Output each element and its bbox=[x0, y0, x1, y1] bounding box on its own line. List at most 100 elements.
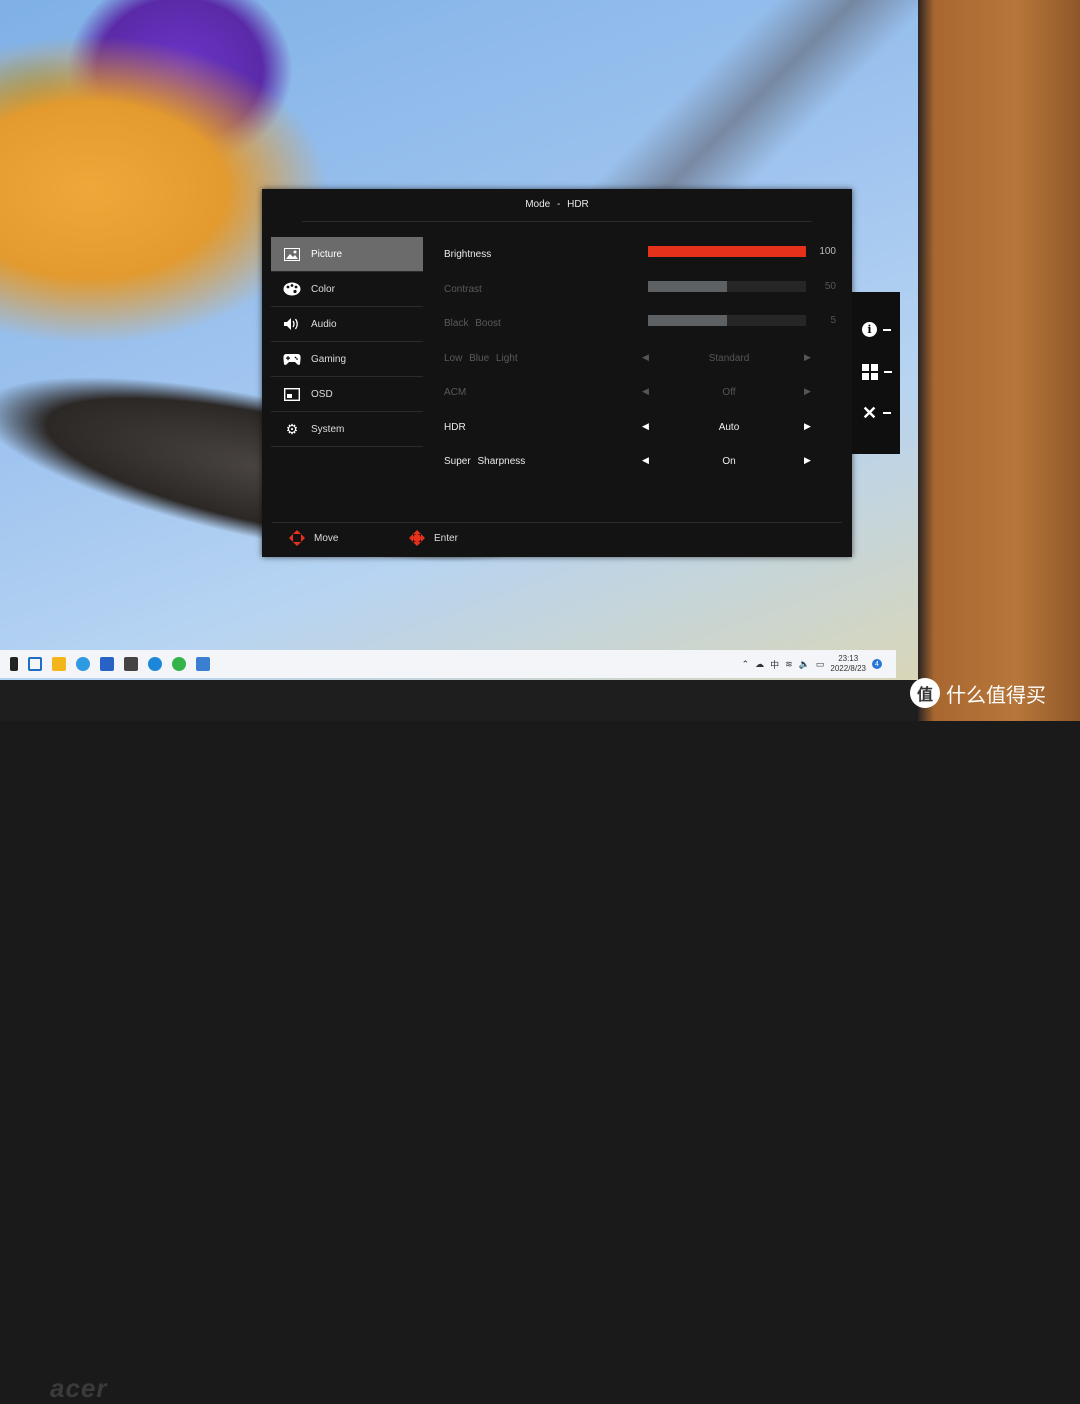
hotkey-close[interactable]: ✕ bbox=[862, 403, 892, 423]
arrow-right-icon[interactable]: ▶ bbox=[804, 421, 811, 432]
gamepad-icon bbox=[283, 350, 301, 368]
menu-item-label: Color bbox=[311, 283, 335, 295]
dpad-icon bbox=[288, 529, 306, 547]
setting-value: Standard bbox=[708, 352, 750, 364]
ime-indicator[interactable]: 中 bbox=[770, 658, 779, 671]
cloud-icon[interactable]: ☁ bbox=[755, 659, 764, 670]
arrow-right-icon[interactable]: ▶ bbox=[804, 386, 811, 397]
palette-icon bbox=[283, 280, 301, 298]
browser-icon[interactable] bbox=[148, 657, 162, 671]
setting-super-sharpness[interactable]: Super Sharpness ◀ On ▶ bbox=[444, 444, 840, 479]
acer-logo: acer bbox=[50, 1373, 108, 1403]
setting-value: 5 bbox=[830, 315, 836, 326]
settings-panel: Brightness 100 Contrast 50 Black Boost 5… bbox=[444, 237, 840, 479]
input-icon bbox=[862, 364, 878, 380]
setting-label: Contrast bbox=[444, 283, 482, 295]
setting-value: Off bbox=[722, 387, 736, 398]
background-wall bbox=[918, 0, 1080, 721]
osd-icon bbox=[283, 385, 301, 403]
setting-contrast[interactable]: Contrast 50 bbox=[444, 272, 840, 307]
setting-black-boost[interactable]: Black Boost 5 bbox=[444, 306, 840, 341]
close-icon: ✕ bbox=[862, 403, 878, 423]
contrast-slider[interactable] bbox=[648, 280, 806, 292]
menu-item-color[interactable]: Color bbox=[271, 272, 423, 307]
setting-label: Super Sharpness bbox=[444, 456, 526, 467]
slider-fill bbox=[648, 280, 727, 292]
footer-move-label: Move bbox=[314, 532, 339, 544]
osd-menu: Mode - HDR Picture Color Audio Gaming OS… bbox=[262, 189, 852, 557]
monitor-bezel: acer bbox=[0, 680, 918, 1403]
osd-title: Mode - HDR bbox=[525, 199, 589, 210]
menu-item-audio[interactable]: Audio bbox=[271, 307, 423, 342]
hotkey-input[interactable] bbox=[862, 364, 892, 380]
speaker-icon bbox=[283, 315, 301, 333]
menu-item-label: Gaming bbox=[311, 353, 347, 365]
setting-value: 100 bbox=[819, 246, 836, 257]
taskbar[interactable]: ⌃ ☁ 中 ≋ 🔈 ▭ 23:13 2022/8/23 4 bbox=[0, 650, 896, 678]
divider bbox=[272, 522, 842, 523]
clock-time: 23:13 bbox=[838, 654, 859, 663]
setting-label: HDR bbox=[444, 421, 466, 433]
slider-fill bbox=[648, 315, 727, 326]
menu-item-label: Picture bbox=[311, 248, 343, 260]
black-boost-slider[interactable] bbox=[648, 315, 806, 326]
picture-icon bbox=[283, 245, 301, 263]
dash bbox=[884, 371, 892, 373]
setting-value: On bbox=[722, 456, 736, 467]
footer-enter: Enter bbox=[408, 529, 458, 547]
setting-label: Black Boost bbox=[444, 318, 501, 329]
app-icon[interactable] bbox=[124, 657, 138, 671]
setting-label: Low Blue Light bbox=[444, 352, 518, 364]
osd-category-menu: Picture Color Audio Gaming OSD ⚙ System bbox=[271, 237, 423, 447]
setting-value: Auto bbox=[718, 421, 740, 433]
setting-brightness[interactable]: Brightness 100 bbox=[444, 237, 840, 272]
slider-fill bbox=[648, 246, 806, 257]
arrow-left-icon[interactable]: ◀ bbox=[642, 386, 649, 397]
arrow-left-icon[interactable]: ◀ bbox=[642, 352, 649, 363]
divider bbox=[302, 221, 812, 222]
menu-item-gaming[interactable]: Gaming bbox=[271, 342, 423, 377]
footer-move: Move bbox=[288, 529, 338, 547]
wifi-icon[interactable]: ≋ bbox=[785, 659, 793, 670]
setting-label: ACM bbox=[444, 387, 467, 398]
dpad-enter-icon bbox=[408, 529, 426, 547]
watermark: 值 什么值得买 bbox=[910, 678, 1046, 708]
brightness-slider[interactable] bbox=[648, 246, 806, 257]
menu-item-picture[interactable]: Picture bbox=[271, 237, 423, 272]
start-icon[interactable] bbox=[10, 657, 18, 671]
setting-acm[interactable]: ACM ◀ Off ▶ bbox=[444, 375, 840, 410]
file-explorer-icon[interactable] bbox=[52, 657, 66, 671]
clock[interactable]: 23:13 2022/8/23 bbox=[830, 654, 866, 674]
arrow-left-icon[interactable]: ◀ bbox=[642, 455, 649, 466]
setting-low-blue-light[interactable]: Low Blue Light ◀ Standard ▶ bbox=[444, 341, 840, 376]
hotkey-panel: i ✕ bbox=[852, 292, 900, 454]
menu-item-label: Audio bbox=[311, 318, 337, 330]
watermark-text: 什么值得买 bbox=[946, 684, 1046, 707]
system-tray[interactable]: ⌃ ☁ 中 ≋ 🔈 ▭ 23:13 2022/8/23 4 bbox=[742, 654, 882, 674]
setting-hdr[interactable]: HDR ◀ Auto ▶ bbox=[444, 410, 840, 445]
setting-value: 50 bbox=[824, 280, 836, 292]
arrow-right-icon[interactable]: ▶ bbox=[804, 352, 811, 363]
chat-icon[interactable] bbox=[172, 657, 186, 671]
dash bbox=[883, 328, 891, 331]
clock-date: 2022/8/23 bbox=[830, 664, 866, 673]
hotkey-info[interactable]: i bbox=[862, 322, 891, 337]
menu-item-osd[interactable]: OSD bbox=[271, 377, 423, 412]
dash bbox=[883, 412, 892, 414]
arrow-left-icon[interactable]: ◀ bbox=[642, 421, 649, 432]
edge-icon[interactable] bbox=[76, 657, 90, 671]
volume-icon[interactable]: 🔈 bbox=[799, 659, 810, 670]
task-view-icon[interactable] bbox=[28, 657, 42, 671]
setting-label: Brightness bbox=[444, 249, 492, 260]
store-icon[interactable] bbox=[100, 657, 114, 671]
chevron-up-icon[interactable]: ⌃ bbox=[742, 659, 750, 670]
gear-icon: ⚙ bbox=[285, 420, 299, 437]
photos-icon[interactable] bbox=[196, 657, 210, 671]
watermark-badge: 值 bbox=[910, 678, 940, 708]
info-icon: i bbox=[862, 322, 877, 337]
menu-item-label: OSD bbox=[311, 388, 333, 400]
battery-icon[interactable]: ▭ bbox=[816, 659, 825, 670]
menu-item-system[interactable]: ⚙ System bbox=[271, 412, 423, 447]
arrow-right-icon[interactable]: ▶ bbox=[804, 455, 811, 466]
notification-badge[interactable]: 4 bbox=[872, 659, 882, 669]
